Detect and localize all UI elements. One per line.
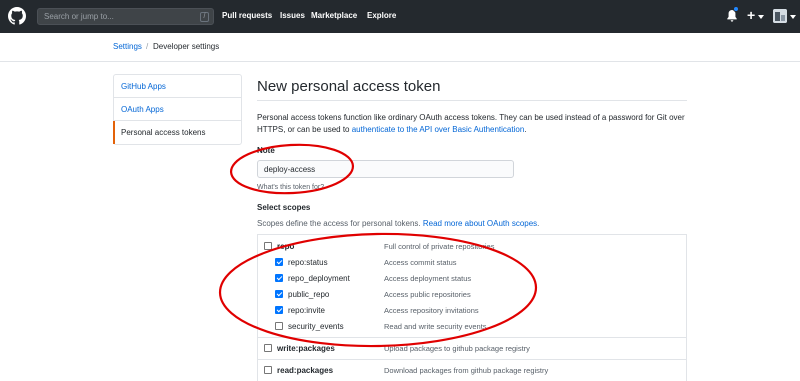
basic-auth-link[interactable]: authenticate to the API over Basic Authe… xyxy=(352,125,525,134)
breadcrumb-separator: / xyxy=(146,42,149,51)
oauth-scopes-link[interactable]: Read more about OAuth scopes xyxy=(423,219,537,228)
checkbox-public-repo[interactable] xyxy=(275,290,283,298)
scope-name: read:packages xyxy=(277,366,334,375)
scopes-table: repo Full control of private repositorie… xyxy=(257,234,687,381)
sidebar-item-oauth-apps[interactable]: OAuth Apps xyxy=(114,98,241,121)
scope-row-repo-deployment: repo_deployment Access deployment status xyxy=(258,271,686,287)
divider xyxy=(257,100,687,101)
note-hint: What's this token for? xyxy=(257,184,325,191)
scope-group-read-packages: read:packages Download packages from git… xyxy=(258,360,686,381)
checkbox-repo[interactable] xyxy=(264,242,272,250)
scope-description: Download packages from github package re… xyxy=(384,366,549,375)
intro-text-end: . xyxy=(524,125,527,134)
sidebar-item-personal-access-tokens[interactable]: Personal access tokens xyxy=(113,121,241,144)
checkbox-write-packages[interactable] xyxy=(264,344,272,352)
scopes-description-end: . xyxy=(537,219,540,228)
scope-name: security_events xyxy=(288,322,344,331)
scope-description: Upload packages to github package regist… xyxy=(384,344,530,353)
checkbox-repo-deployment[interactable] xyxy=(275,274,283,282)
scope-row-repo-invite: repo:invite Access repository invitation… xyxy=(258,303,686,319)
chevron-down-icon[interactable] xyxy=(758,15,764,19)
scope-name: repo:status xyxy=(288,258,328,267)
global-header: Search or jump to... / Pull requests Iss… xyxy=(0,0,800,33)
scopes-description-body: Scopes define the access for personal to… xyxy=(257,219,423,228)
scope-group-write-packages: write:packages Upload packages to github… xyxy=(258,338,686,360)
scope-row-security-events: security_events Read and write security … xyxy=(258,319,686,335)
nav-issues[interactable]: Issues xyxy=(280,11,305,20)
breadcrumb-settings-link[interactable]: Settings xyxy=(113,42,142,51)
avatar[interactable] xyxy=(773,9,787,23)
nav-explore[interactable]: Explore xyxy=(367,11,396,20)
scope-description: Full control of private repositories xyxy=(384,242,495,251)
sidebar-item-github-apps[interactable]: GitHub Apps xyxy=(114,75,241,98)
note-field-value: deploy-access xyxy=(264,165,316,174)
breadcrumb-current: Developer settings xyxy=(153,42,220,51)
avatar-image xyxy=(773,9,787,23)
github-logo-icon[interactable] xyxy=(8,7,26,25)
settings-sidebar: GitHub Apps OAuth Apps Personal access t… xyxy=(113,74,242,145)
scope-group-repo: repo Full control of private repositorie… xyxy=(258,235,686,338)
checkbox-repo-invite[interactable] xyxy=(275,306,283,314)
search-shortcut-badge: / xyxy=(200,12,209,22)
note-label: Note xyxy=(257,146,275,155)
scope-description: Access commit status xyxy=(384,258,457,267)
scope-name: repo xyxy=(277,242,295,251)
page-title: New personal access token xyxy=(257,78,441,95)
search-input[interactable]: Search or jump to... / xyxy=(37,8,214,25)
scope-name: repo:invite xyxy=(288,306,325,315)
nav-marketplace[interactable]: Marketplace xyxy=(311,11,357,20)
note-field[interactable]: deploy-access xyxy=(257,160,514,178)
notification-dot xyxy=(733,6,739,12)
scope-description: Access public repositories xyxy=(384,290,471,299)
intro-text: Personal access tokens function like ord… xyxy=(257,112,693,136)
search-placeholder: Search or jump to... xyxy=(44,12,114,21)
scope-name: public_repo xyxy=(288,290,330,299)
checkbox-security-events[interactable] xyxy=(275,322,283,330)
scope-description: Read and write security events xyxy=(384,322,487,331)
checkbox-read-packages[interactable] xyxy=(264,366,272,374)
plus-icon[interactable]: + xyxy=(747,7,755,23)
checkbox-repo-status[interactable] xyxy=(275,258,283,266)
nav-pull-requests[interactable]: Pull requests xyxy=(222,11,272,20)
scope-row-write-packages: write:packages Upload packages to github… xyxy=(258,341,686,357)
scope-row-read-packages: read:packages Download packages from git… xyxy=(258,363,686,379)
scope-row-public-repo: public_repo Access public repositories xyxy=(258,287,686,303)
scopes-description: Scopes define the access for personal to… xyxy=(257,219,539,228)
breadcrumb: Settings / Developer settings xyxy=(0,33,800,62)
scope-description: Access deployment status xyxy=(384,274,472,283)
scope-row-repo-status: repo:status Access commit status xyxy=(258,255,686,271)
scope-description: Access repository invitations xyxy=(384,306,479,315)
select-scopes-label: Select scopes xyxy=(257,203,311,212)
scope-name: write:packages xyxy=(277,344,335,353)
chevron-down-icon[interactable] xyxy=(790,15,796,19)
scope-row-repo: repo Full control of private repositorie… xyxy=(258,239,686,255)
scope-name: repo_deployment xyxy=(288,274,350,283)
